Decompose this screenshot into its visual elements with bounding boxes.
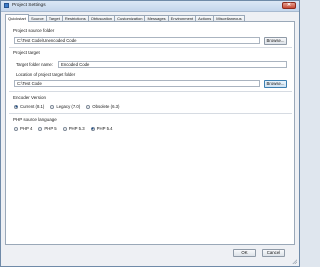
tab-quickstart[interactable]: Quickstart (5, 14, 30, 22)
radio-php-5-3[interactable]: PHP 5.3 (62, 126, 85, 131)
radio-selected-icon[interactable] (14, 104, 18, 109)
radio-label: PHP 5 (44, 126, 57, 131)
source-browse-button[interactable]: Browse... (264, 37, 287, 45)
cancel-button[interactable]: Cancel (262, 249, 285, 257)
encoder-version-title: Encoder Version (13, 95, 47, 100)
source-folder-title: Project source folder (13, 28, 55, 33)
divider (9, 113, 292, 114)
radio-label: Legacy (7.0) (56, 104, 81, 109)
radio-label: PHP 5.4 (96, 126, 113, 131)
target-browse-button[interactable]: Browse... (264, 80, 287, 88)
target-location-label: Location of project target folder (16, 72, 76, 77)
app-icon (4, 3, 9, 8)
close-button[interactable]: ✕ (282, 2, 296, 9)
radio-encoder-obsolete[interactable]: Obsolete (6.3) (86, 104, 119, 109)
window-title: Project Settings (12, 3, 46, 8)
project-settings-window: Project Settings ✕ Quickstart Source Tar… (0, 0, 300, 267)
php-language-title: PHP source language (13, 117, 57, 122)
title-bar[interactable]: Project Settings ✕ (1, 1, 299, 12)
quickstart-panel: Project source folder C:\Test Code\Unenc… (5, 21, 295, 245)
radio-encoder-legacy[interactable]: Legacy (7.0) (50, 104, 80, 109)
radio-label: Obsolete (6.3) (92, 104, 120, 109)
target-folder-name-input[interactable]: Encoded Code (58, 61, 287, 68)
radio-label: PHP 4 (20, 126, 33, 131)
radio-icon[interactable] (14, 126, 18, 131)
radio-php-5[interactable]: PHP 5 (38, 126, 57, 131)
radio-icon[interactable] (50, 104, 55, 109)
php-language-options: PHP 4 PHP 5 PHP 5.3 PHP 5.4 (14, 126, 119, 131)
target-folder-name-label: Target folder name: (16, 62, 54, 67)
radio-encoder-current[interactable]: Current (8.1) (14, 104, 44, 109)
source-folder-input[interactable]: C:\Test Code\Unencoded Code (14, 37, 260, 44)
target-location-input[interactable]: C:\Test Code (14, 80, 260, 87)
project-target-title: Project target (13, 50, 40, 55)
radio-label: Current (8.1) (20, 104, 45, 109)
divider (9, 91, 292, 92)
radio-selected-icon[interactable] (90, 126, 95, 131)
ok-button[interactable]: OK (233, 249, 256, 257)
divider (9, 47, 292, 48)
encoder-version-options: Current (8.1) Legacy (7.0) Obsolete (6.3… (14, 104, 125, 109)
radio-icon[interactable] (86, 104, 91, 109)
radio-php-4[interactable]: PHP 4 (14, 126, 32, 131)
radio-icon[interactable] (38, 126, 43, 131)
resize-grip-icon[interactable] (292, 259, 297, 264)
radio-label: PHP 5.3 (68, 126, 85, 131)
radio-php-5-4[interactable]: PHP 5.4 (90, 126, 113, 131)
radio-icon[interactable] (62, 126, 67, 131)
